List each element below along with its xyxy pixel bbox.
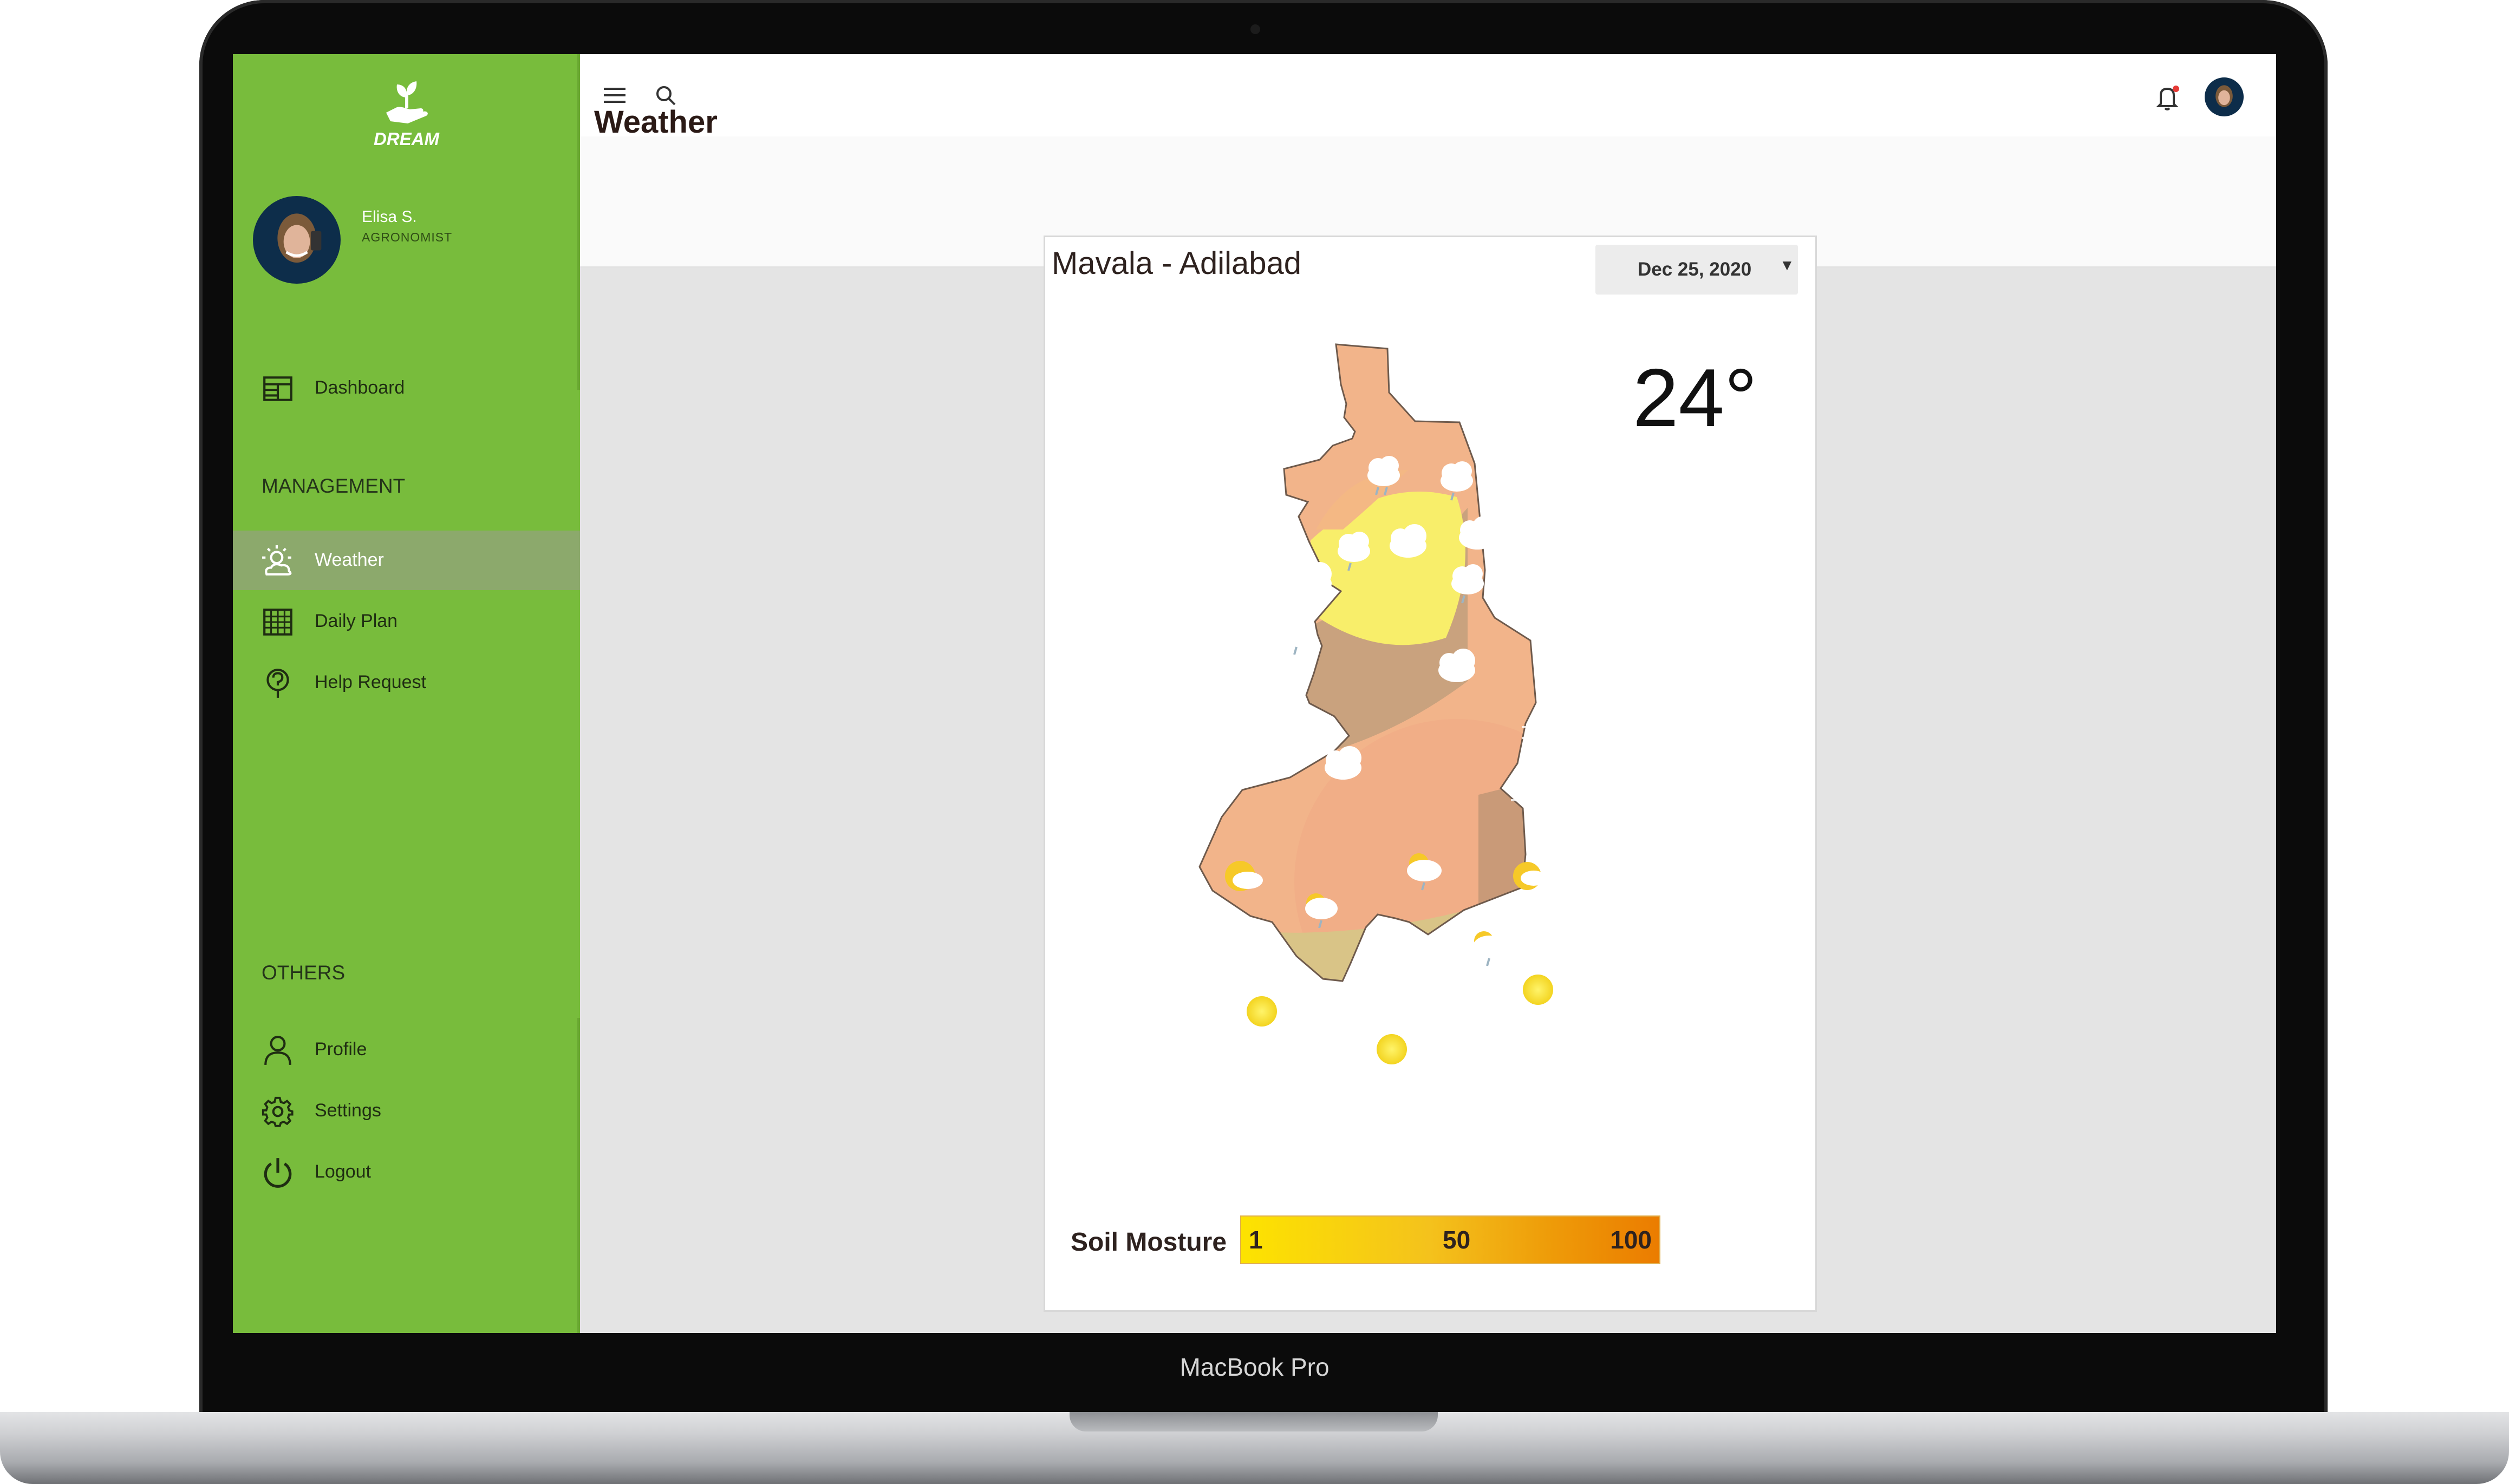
sidebar-item-label: Profile bbox=[315, 1039, 367, 1060]
sidebar-item-weather[interactable]: Weather bbox=[233, 531, 580, 590]
sidebar-item-label: Daily Plan bbox=[315, 611, 398, 631]
date-value: Dec 25, 2020 bbox=[1638, 259, 1752, 280]
user-name: Elisa S. bbox=[362, 208, 417, 226]
soil-moisture-legend: 1 50 100 bbox=[1240, 1215, 1660, 1264]
help-icon bbox=[266, 669, 289, 698]
brand-logo[interactable] bbox=[233, 76, 580, 133]
camera bbox=[1250, 24, 1260, 34]
chevron-down-icon: ▼ bbox=[1780, 257, 1795, 273]
laptop-notch bbox=[1070, 1412, 1438, 1431]
sidebar: DREAM Elisa S. AGRONOMIST Dashboard MANA… bbox=[233, 54, 580, 1333]
sidebar-item-label: Dashboard bbox=[315, 377, 405, 398]
plant-hand-icon bbox=[386, 81, 428, 123]
location-title: Mavala - Adilabad bbox=[1052, 246, 1302, 281]
sidebar-item-label: Settings bbox=[315, 1100, 381, 1121]
sidebar-item-label: Weather bbox=[315, 550, 384, 570]
dashboard-icon bbox=[263, 376, 292, 401]
device-label: MacBook Pro bbox=[1179, 1353, 1330, 1381]
sidebar-item-label: Help Request bbox=[315, 672, 427, 692]
sidebar-item-label: Logout bbox=[315, 1161, 371, 1182]
page-title: Weather bbox=[594, 104, 718, 140]
sidebar-item-dashboard[interactable]: Dashboard bbox=[233, 358, 580, 418]
sidebar-item-daily-plan[interactable]: Daily Plan bbox=[233, 592, 580, 651]
menu-icon[interactable] bbox=[602, 84, 628, 106]
sidebar-item-help-request[interactable]: Help Request bbox=[233, 653, 580, 712]
legend-label: Soil Mosture bbox=[1071, 1228, 1227, 1257]
sidebar-item-logout[interactable]: Logout bbox=[233, 1142, 580, 1202]
power-icon bbox=[264, 1158, 292, 1188]
region-weather-map[interactable] bbox=[1154, 335, 1652, 1190]
legend-min: 1 bbox=[1249, 1226, 1263, 1254]
weather-icon bbox=[262, 545, 292, 576]
user-role: AGRONOMIST bbox=[362, 230, 453, 244]
top-bar bbox=[580, 54, 2276, 136]
legend-mid: 50 bbox=[1443, 1226, 1471, 1254]
date-select[interactable]: Dec 25, 2020 ▼ bbox=[1595, 245, 1798, 295]
sidebar-item-profile[interactable]: Profile bbox=[233, 1020, 580, 1080]
user-icon bbox=[264, 1036, 291, 1065]
brand-name: DREAM bbox=[374, 129, 439, 149]
avatar[interactable] bbox=[253, 196, 341, 284]
legend-max: 100 bbox=[1610, 1226, 1652, 1254]
sun-icon bbox=[1247, 975, 1553, 1064]
bell-icon[interactable] bbox=[2152, 82, 2182, 113]
weather-card: Mavala - Adilabad Dec 25, 2020 ▼ 24° Soi… bbox=[1044, 236, 1817, 1312]
header-avatar[interactable] bbox=[2205, 77, 2244, 116]
calendar-grid-icon bbox=[263, 609, 292, 636]
gear-icon bbox=[262, 1096, 294, 1127]
screen: DREAM Elisa S. AGRONOMIST Dashboard MANA… bbox=[233, 54, 2276, 1333]
section-management: MANAGEMENT bbox=[262, 475, 406, 497]
sidebar-item-settings[interactable]: Settings bbox=[233, 1081, 580, 1141]
section-others: OTHERS bbox=[262, 962, 346, 984]
